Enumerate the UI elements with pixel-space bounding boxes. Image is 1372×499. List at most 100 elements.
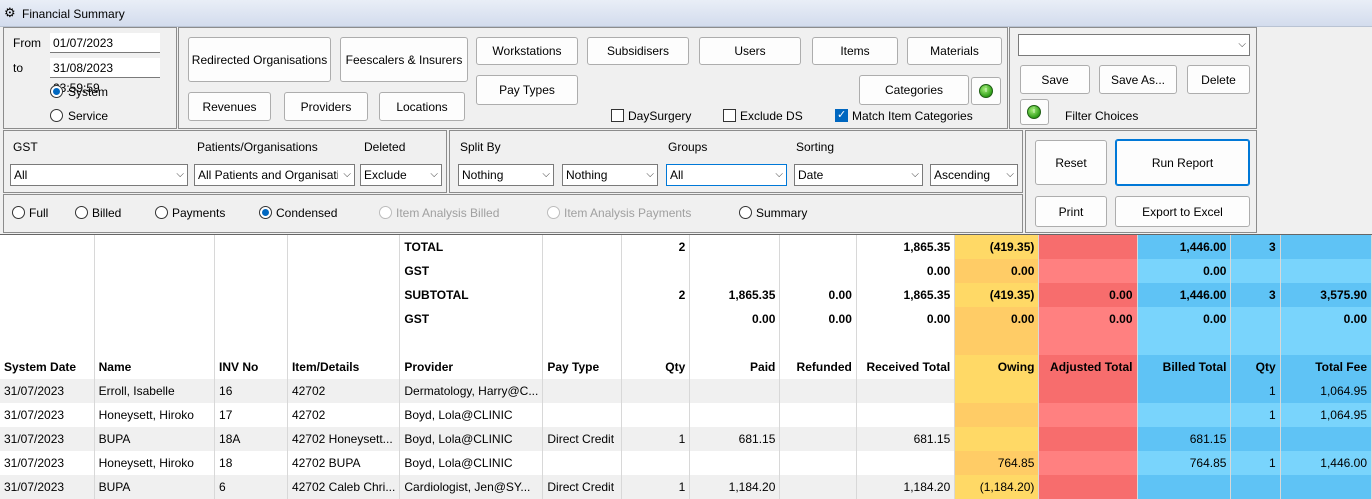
daysurgery-checkbox[interactable] <box>611 109 624 122</box>
grid-cell <box>1038 475 1138 499</box>
column-header[interactable]: INV No <box>214 355 288 379</box>
summary-row[interactable]: GST 0.00 0.00 0.00 <box>0 259 1372 283</box>
column-header[interactable]: Pay Type <box>542 355 623 379</box>
sorting-order-select[interactable]: Ascending ⌵ <box>930 164 1018 186</box>
item-analysis-payments-radio[interactable] <box>547 206 560 219</box>
column-header[interactable]: Refunded <box>779 355 857 379</box>
table-row[interactable]: 31/07/2023 Erroll, Isabelle 16 42702 Dermato… <box>0 379 1372 403</box>
column-header[interactable]: Paid <box>689 355 781 379</box>
grid-cell <box>1038 427 1138 451</box>
users-button[interactable]: Users <box>699 37 801 65</box>
split-by-select-2[interactable]: Nothing ⌵ <box>562 164 658 186</box>
grid-cell <box>1280 475 1372 499</box>
table-row[interactable]: 31/07/2023 BUPA 6 42702 Caleb Chri... Cardio… <box>0 475 1372 499</box>
column-header[interactable]: Qty <box>621 355 691 379</box>
item-analysis-billed-radio[interactable] <box>379 206 392 219</box>
delete-button[interactable]: Delete <box>1187 65 1250 94</box>
table-row[interactable]: 31/07/2023 Honeysett, Hiroko 18 42702 BUPA B… <box>0 451 1372 475</box>
exclude-ds-checkbox[interactable] <box>723 109 736 122</box>
grid-cell <box>0 259 95 283</box>
column-header[interactable]: System Date <box>0 355 95 379</box>
grid-cell <box>1038 379 1138 403</box>
column-header[interactable]: Received Total <box>856 355 956 379</box>
grid-cell: 0.00 <box>779 307 857 331</box>
summary-row[interactable]: GST 0.00 0.00 0.00 0.00 0.00 0.00 0.00 <box>0 307 1372 331</box>
grid-cell <box>214 235 288 259</box>
grid-cell: 17 <box>214 403 288 427</box>
condensed-radio[interactable] <box>259 206 272 219</box>
grid-cell <box>1137 331 1232 355</box>
summary-row[interactable]: SUBTOTAL 2 1,865.35 0.00 1,865.35 (419.35) 0.0… <box>0 283 1372 307</box>
billed-radio[interactable] <box>75 206 88 219</box>
feescalers-insurers-button[interactable]: Feescalers & Insurers <box>340 37 468 82</box>
grid-cell <box>779 403 857 427</box>
filter-choices-button[interactable]: i <box>1020 99 1049 125</box>
deleted-select[interactable]: Exclude ⌵ <box>360 164 442 186</box>
saved-filter-select[interactable]: ⌵ <box>1018 34 1250 56</box>
grid-cell: 0.00 <box>1137 259 1232 283</box>
column-header[interactable]: Owing <box>954 355 1040 379</box>
gst-select[interactable]: All ⌵ <box>10 164 188 186</box>
full-radio[interactable] <box>12 206 25 219</box>
column-header[interactable]: Total Fee <box>1280 355 1372 379</box>
grid-cell <box>1038 331 1138 355</box>
grid-cell <box>954 403 1040 427</box>
grid-cell <box>214 307 288 331</box>
grid-cell <box>542 451 623 475</box>
export-to-excel-button[interactable]: Export to Excel <box>1115 196 1250 227</box>
pay-types-button[interactable]: Pay Types <box>476 75 578 105</box>
run-report-button[interactable]: Run Report <box>1115 139 1250 186</box>
column-header[interactable]: Item/Details <box>287 355 401 379</box>
column-header[interactable]: Provider <box>399 355 544 379</box>
locations-button[interactable]: Locations <box>379 92 465 121</box>
chevron-down-icon: ⌵ <box>1006 169 1014 180</box>
redirected-organisations-button[interactable]: Redirected Organisations <box>188 37 331 82</box>
materials-button[interactable]: Materials <box>907 37 1002 65</box>
app-icon: ⚙ <box>4 5 16 20</box>
payments-radio[interactable] <box>155 206 168 219</box>
grid-cell <box>689 379 781 403</box>
sorting-field-select[interactable]: Date ⌵ <box>794 164 923 186</box>
from-date-input[interactable]: 01/07/2023 00:00:00 <box>50 33 160 70</box>
column-header[interactable]: Name <box>94 355 216 379</box>
table-row[interactable]: 31/07/2023 BUPA 18A 42702 Honeysett... Boyd,… <box>0 427 1372 451</box>
summary-radio[interactable] <box>739 206 752 219</box>
grid-cell <box>1230 307 1281 331</box>
grid-cell <box>287 283 401 307</box>
items-button[interactable]: Items <box>812 37 898 65</box>
grid-cell <box>779 451 857 475</box>
categories-button[interactable]: Categories <box>859 75 969 105</box>
match-item-categories-label: Match Item Categories <box>852 109 973 123</box>
groups-select[interactable]: All ⌵ <box>666 164 787 186</box>
full-radio-label: Full <box>29 206 49 220</box>
match-item-categories-checkbox[interactable] <box>835 108 848 122</box>
grid-cell: 0.00 <box>1137 307 1232 331</box>
system-radio[interactable] <box>50 85 63 98</box>
report-grid[interactable]: TOTAL 2 1,865.35 (419.35) 1,446.00 3 GST 0.00 0.… <box>0 234 1372 499</box>
providers-button[interactable]: Providers <box>284 92 368 121</box>
subsidisers-button[interactable]: Subsidisers <box>587 37 689 65</box>
to-date-input[interactable]: 31/08/2023 23:59:59 <box>50 58 160 95</box>
service-radio[interactable] <box>50 109 63 122</box>
patients-select[interactable]: All Patients and Organisations ⌵ <box>194 164 355 186</box>
categories-status-button[interactable]: i <box>971 77 1001 105</box>
table-row[interactable]: 31/07/2023 Honeysett, Hiroko 17 42702 Boyd, … <box>0 403 1372 427</box>
spacer-row <box>0 331 1372 355</box>
split-by-select-1[interactable]: Nothing ⌵ <box>458 164 554 186</box>
revenues-button[interactable]: Revenues <box>188 92 271 121</box>
column-header[interactable]: Adjusted Total <box>1038 355 1138 379</box>
workstations-button[interactable]: Workstations <box>476 37 578 65</box>
grid-cell <box>94 307 216 331</box>
grid-cell <box>689 403 781 427</box>
summary-row[interactable]: TOTAL 2 1,865.35 (419.35) 1,446.00 3 <box>0 235 1372 259</box>
grid-cell: 42702 <box>287 403 401 427</box>
print-button[interactable]: Print <box>1035 196 1107 227</box>
reset-button[interactable]: Reset <box>1035 140 1107 185</box>
chevron-down-icon: ⌵ <box>646 169 654 180</box>
grid-cell: 0.00 <box>856 259 956 283</box>
grid-cell <box>779 427 857 451</box>
column-header[interactable]: Billed Total <box>1137 355 1232 379</box>
save-as-button[interactable]: Save As... <box>1099 65 1177 94</box>
column-header[interactable]: Qty <box>1230 355 1281 379</box>
save-button[interactable]: Save <box>1020 65 1090 94</box>
